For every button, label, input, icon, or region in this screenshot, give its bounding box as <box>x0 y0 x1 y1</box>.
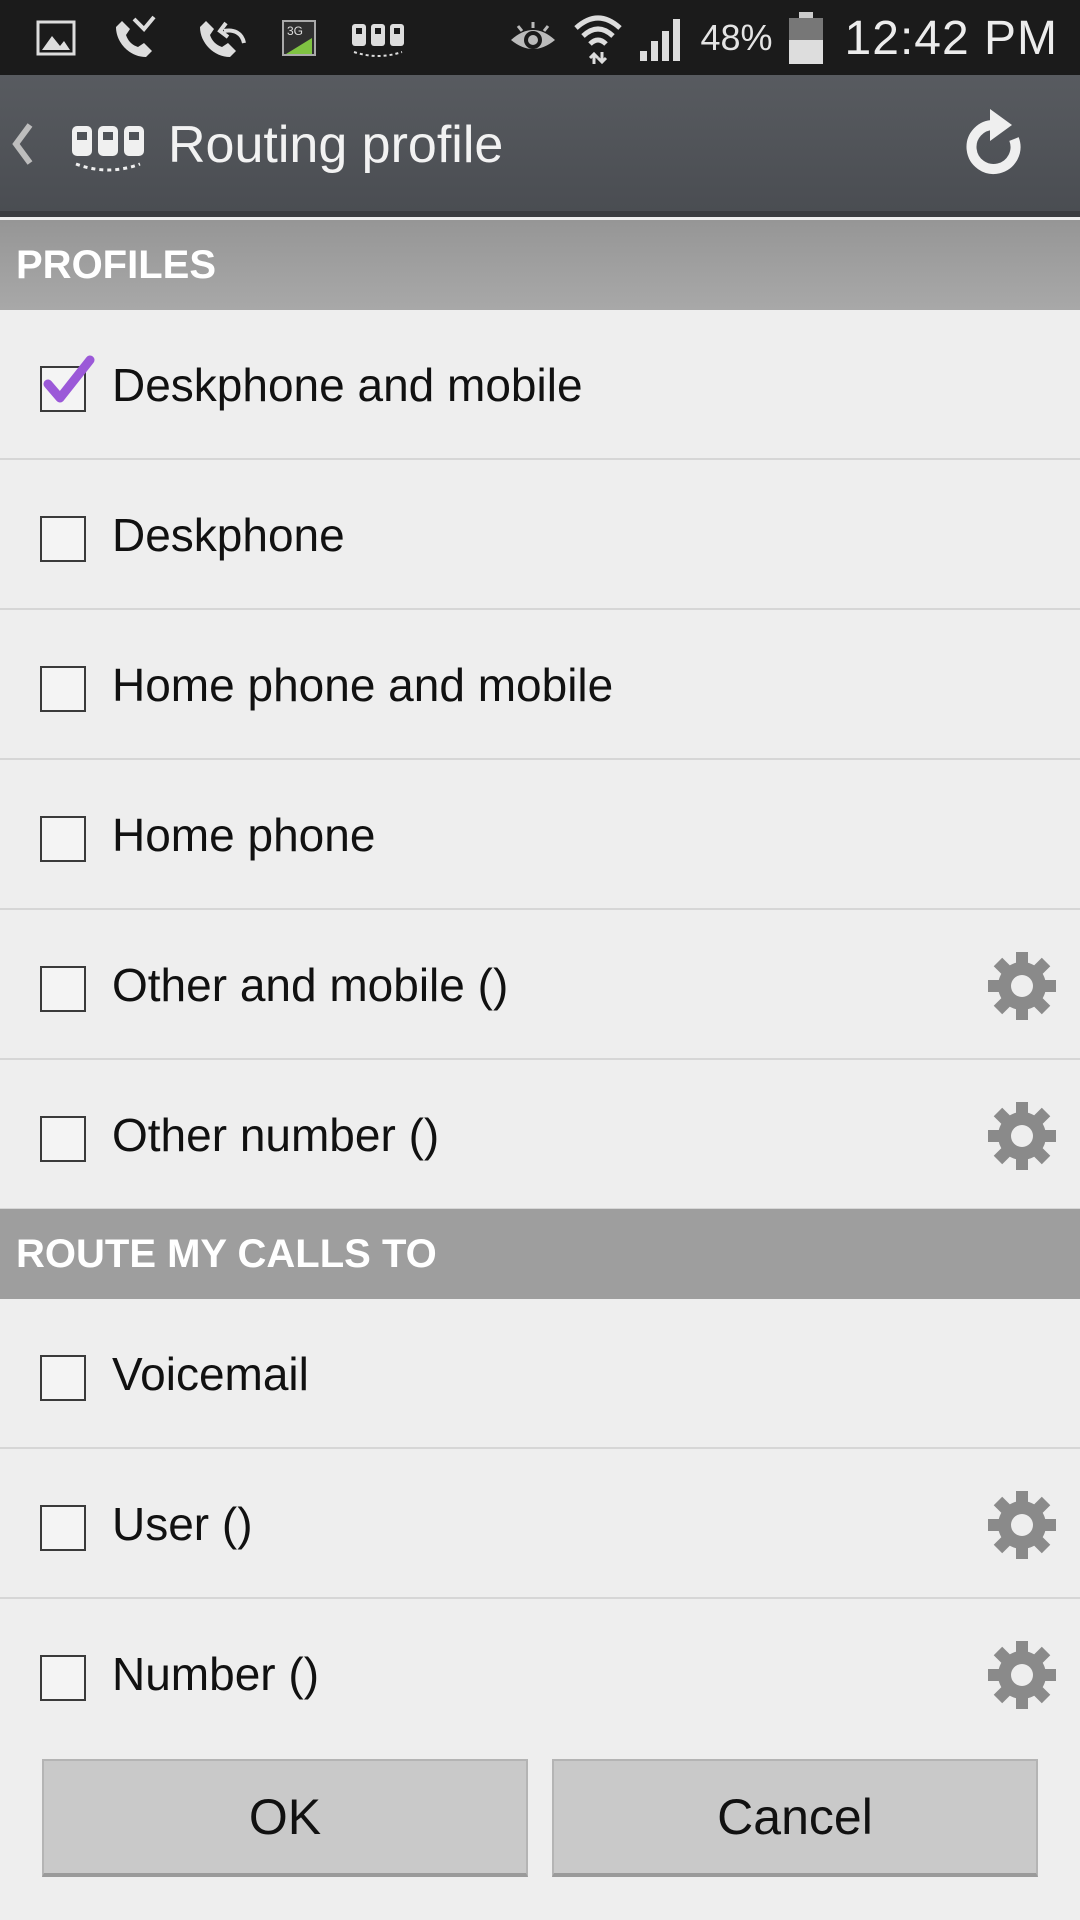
route-label: Number () <box>112 1648 320 1700</box>
refresh-icon[interactable] <box>960 107 1030 185</box>
checkbox[interactable] <box>40 516 86 562</box>
profile-row-other-and-mobile[interactable]: Other and mobile () <box>0 910 1080 1060</box>
profile-row-home-phone-and-mobile[interactable]: Home phone and mobile <box>0 610 1080 760</box>
profile-label: Deskphone <box>112 509 345 561</box>
profile-row-other-number[interactable]: Other number () <box>0 1060 1080 1210</box>
gear-icon[interactable] <box>986 950 1058 1022</box>
page-title: Routing profile <box>168 116 504 174</box>
checkbox[interactable] <box>40 1116 86 1162</box>
section-header-route: ROUTE MY CALLS TO <box>0 1209 1080 1299</box>
app-logo-icon <box>352 24 404 57</box>
signal-icon <box>640 19 681 61</box>
battery-icon <box>788 12 823 64</box>
route-label: User () <box>112 1498 253 1550</box>
chevron-left-icon[interactable] <box>10 121 36 167</box>
profile-label: Home phone <box>112 809 376 861</box>
section-header-profiles: PROFILES <box>0 220 1080 310</box>
missed-call-icon <box>116 15 156 57</box>
clock: 12:42 PM <box>844 11 1058 65</box>
checkbox[interactable] <box>40 1355 86 1401</box>
profile-row-home-phone[interactable]: Home phone <box>0 760 1080 910</box>
route-label: Voicemail <box>112 1348 309 1400</box>
profile-row-deskphone[interactable]: Deskphone <box>0 460 1080 610</box>
profile-label: Other and mobile () <box>112 959 509 1011</box>
profile-label: Other number () <box>112 1109 440 1161</box>
svg-text:3G: 3G <box>287 24 303 38</box>
gallery-icon <box>36 20 76 56</box>
3g-icon: 3G <box>282 20 316 56</box>
wifi-icon <box>574 15 623 65</box>
gear-icon[interactable] <box>986 1489 1058 1561</box>
status-bar: 3G 48% 12:42 PM <box>0 0 1080 75</box>
route-row-number[interactable]: Number () <box>0 1599 1080 1749</box>
call-forward-icon <box>200 21 246 57</box>
status-bar-right-icons: 48% 12:42 PM <box>508 6 1058 70</box>
profile-label: Deskphone and mobile <box>112 359 583 411</box>
checkbox[interactable] <box>40 1505 86 1551</box>
profile-label: Home phone and mobile <box>112 659 614 711</box>
checkmark-icon <box>43 355 95 403</box>
checkbox[interactable] <box>40 666 86 712</box>
app-logo-icon[interactable] <box>70 120 146 174</box>
profile-row-deskphone-and-mobile[interactable]: Deskphone and mobile <box>0 310 1080 460</box>
route-row-voicemail[interactable]: Voicemail <box>0 1299 1080 1449</box>
status-bar-left-icons: 3G <box>36 10 406 66</box>
cancel-button[interactable]: Cancel <box>552 1759 1038 1877</box>
action-bar: Routing profile <box>0 75 1080 217</box>
ok-button[interactable]: OK <box>42 1759 528 1877</box>
eye-icon <box>511 22 556 49</box>
gear-icon[interactable] <box>986 1639 1058 1711</box>
checkbox[interactable] <box>40 816 86 862</box>
gear-icon[interactable] <box>986 1100 1058 1172</box>
checkbox[interactable] <box>40 966 86 1012</box>
checkbox[interactable] <box>40 1655 86 1701</box>
route-row-user[interactable]: User () <box>0 1449 1080 1599</box>
battery-percent: 48% <box>700 17 773 58</box>
